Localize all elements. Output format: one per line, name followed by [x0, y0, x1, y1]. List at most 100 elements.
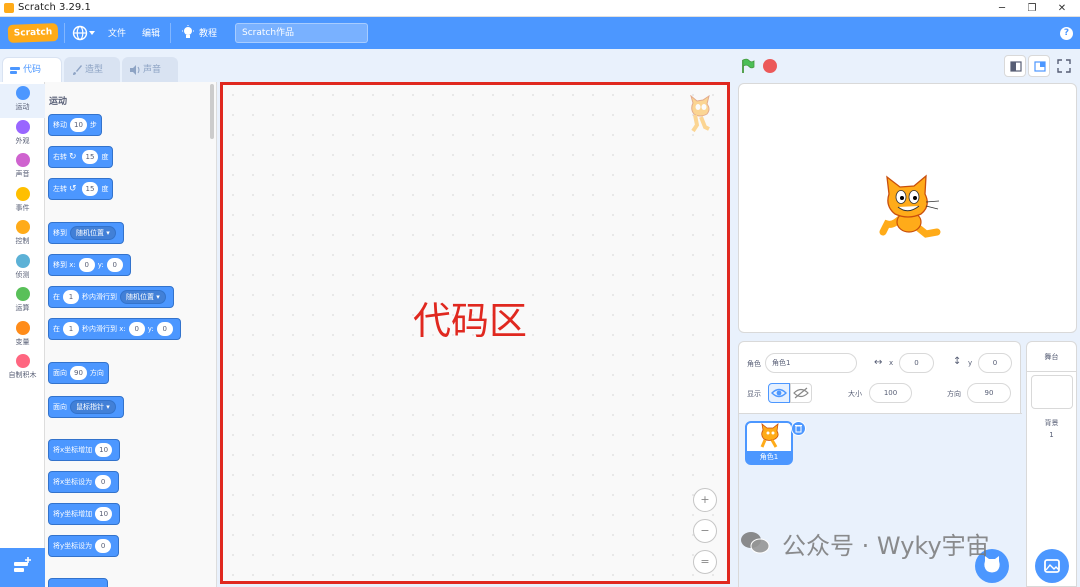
tab-sounds[interactable]: 声音: [122, 57, 178, 82]
size-input[interactable]: 100: [869, 383, 912, 403]
eye-icon: [771, 388, 787, 398]
category-control[interactable]: 控制: [0, 218, 45, 252]
zoom-in-button[interactable]: +: [693, 488, 717, 512]
menu-divider: [64, 23, 65, 43]
point-direction-block[interactable]: 面向 90 方向: [48, 362, 109, 384]
tab-costumes[interactable]: 造型: [64, 57, 120, 82]
wechat-icon: [741, 532, 770, 554]
block-text: 度: [101, 185, 109, 193]
block-text: 秒内滑行到: [82, 293, 117, 301]
y-change-input[interactable]: 10: [95, 507, 113, 521]
turn-right-block[interactable]: 右转 ↻ 15 度: [48, 146, 114, 168]
direction-input[interactable]: 90: [70, 366, 87, 380]
x-set-input[interactable]: 0: [95, 475, 112, 489]
y-input[interactable]: 0: [106, 258, 123, 272]
category-label: 运动: [15, 103, 30, 111]
x-input[interactable]: 0: [128, 322, 145, 336]
restore-button[interactable]: ❐: [1018, 1, 1046, 16]
category-label: 事件: [15, 204, 30, 212]
point-towards-block[interactable]: 面向 鼠标指针 ▾: [48, 396, 124, 418]
sprite-thumbnail[interactable]: 角色1: [745, 421, 806, 465]
y-set-input[interactable]: 0: [95, 539, 112, 553]
y-position-input[interactable]: 0: [978, 353, 1012, 373]
block-text: 移动: [53, 121, 67, 129]
change-x-block[interactable]: 将x坐标增加 10: [48, 439, 121, 461]
x-change-input[interactable]: 10: [95, 443, 113, 457]
zoom-reset-button[interactable]: =: [693, 550, 717, 574]
set-y-block[interactable]: 将y坐标设为 0: [48, 535, 120, 557]
category-events[interactable]: 事件: [0, 185, 45, 219]
add-backdrop-button[interactable]: [1035, 549, 1069, 583]
glide-xy-block[interactable]: 在 1 秒内滑行到 x: 0 y: 0: [48, 318, 181, 340]
category-label: 运算: [15, 304, 30, 312]
sprite-thumbnail-name: 角色1: [747, 451, 791, 463]
stop-sign-icon[interactable]: [763, 59, 777, 73]
block-text: 度: [101, 153, 109, 161]
block-text: 秒内滑行到 x:: [82, 325, 126, 333]
add-extension-button[interactable]: [0, 548, 45, 587]
tab-code[interactable]: 代码: [2, 57, 62, 83]
change-y-block[interactable]: 将y坐标增加 10: [48, 503, 121, 525]
move-steps-block[interactable]: 移动 10 步: [48, 114, 102, 136]
size-label: 大小: [848, 390, 862, 398]
block-categories: 运动 外观 声音 事件 控制 侦测 运算 变量 自制积木: [0, 82, 45, 587]
normal-stage-icon: [1034, 61, 1046, 72]
dropdown-value: 随机位置: [126, 293, 154, 301]
sprite-name-input[interactable]: 角色1: [765, 353, 857, 373]
category-sensing[interactable]: 侦测: [0, 252, 45, 286]
category-looks[interactable]: 外观: [0, 118, 45, 152]
stage-canvas[interactable]: [738, 83, 1077, 333]
small-stage-button[interactable]: [1004, 55, 1026, 77]
x-input[interactable]: 0: [78, 258, 95, 272]
block-text: 在: [53, 293, 60, 301]
hide-sprite-button[interactable]: [790, 383, 812, 403]
seconds-input[interactable]: 1: [63, 322, 79, 336]
language-globe-icon[interactable]: [72, 25, 96, 41]
direction-input[interactable]: 90: [967, 383, 1011, 403]
fullscreen-button[interactable]: [1053, 55, 1075, 77]
category-sound[interactable]: 声音: [0, 151, 45, 185]
category-my-blocks[interactable]: 自制积木: [0, 352, 45, 386]
target-dropdown[interactable]: 随机位置 ▾: [120, 290, 166, 304]
y-input[interactable]: 0: [156, 322, 173, 336]
file-menu[interactable]: 文件: [108, 26, 126, 39]
block-text: 将x坐标增加: [53, 446, 93, 454]
target-dropdown[interactable]: 随机位置 ▾: [70, 226, 116, 240]
x-position-input[interactable]: 0: [899, 353, 934, 373]
degrees-input[interactable]: 15: [81, 182, 99, 196]
partial-block[interactable]: [48, 578, 108, 587]
zoom-out-button[interactable]: −: [693, 519, 717, 543]
tutorials-menu[interactable]: 教程: [199, 26, 217, 39]
block-text: 左转: [53, 185, 67, 193]
glide-target-block[interactable]: 在 1 秒内滑行到 随机位置 ▾: [48, 286, 174, 308]
degrees-input[interactable]: 15: [81, 150, 99, 164]
steps-input[interactable]: 10: [70, 118, 87, 132]
goto-target-block[interactable]: 移到 随机位置 ▾: [48, 222, 124, 244]
delete-sprite-button[interactable]: [791, 421, 806, 436]
seconds-input[interactable]: 1: [63, 290, 79, 304]
goto-xy-block[interactable]: 移到 x: 0 y: 0: [48, 254, 131, 276]
category-motion[interactable]: 运动: [0, 84, 45, 118]
motion-category-dot-icon: [15, 86, 30, 100]
trash-icon: [795, 425, 802, 433]
edit-menu[interactable]: 编辑: [142, 26, 160, 39]
tutorials-lightbulb-icon[interactable]: [181, 25, 195, 41]
set-x-block[interactable]: 将x坐标设为 0: [48, 471, 120, 493]
turn-left-block[interactable]: 左转 ↺ 15 度: [48, 178, 114, 200]
code-workspace[interactable]: 代码区 + − =: [220, 82, 730, 584]
normal-stage-button[interactable]: [1028, 55, 1050, 77]
palette-scrollbar[interactable]: [210, 84, 214, 139]
minimize-button[interactable]: ─: [988, 1, 1016, 16]
show-sprite-button[interactable]: [768, 383, 790, 403]
scratch-logo[interactable]: Scratch: [7, 23, 59, 43]
towards-dropdown[interactable]: 鼠标指针 ▾: [70, 400, 116, 414]
category-variables[interactable]: 变量: [0, 319, 45, 353]
show-label: 显示: [747, 390, 761, 398]
close-window-button[interactable]: ✕: [1048, 1, 1076, 16]
backdrop-thumbnail[interactable]: [1031, 375, 1073, 409]
window-titlebar: Scratch 3.29.1 ─ ❐ ✕: [0, 0, 1080, 17]
green-flag-icon[interactable]: [740, 58, 756, 74]
project-title-input[interactable]: Scratch作品: [235, 23, 368, 43]
help-icon[interactable]: ?: [1060, 27, 1073, 40]
category-operators[interactable]: 运算: [0, 285, 45, 319]
